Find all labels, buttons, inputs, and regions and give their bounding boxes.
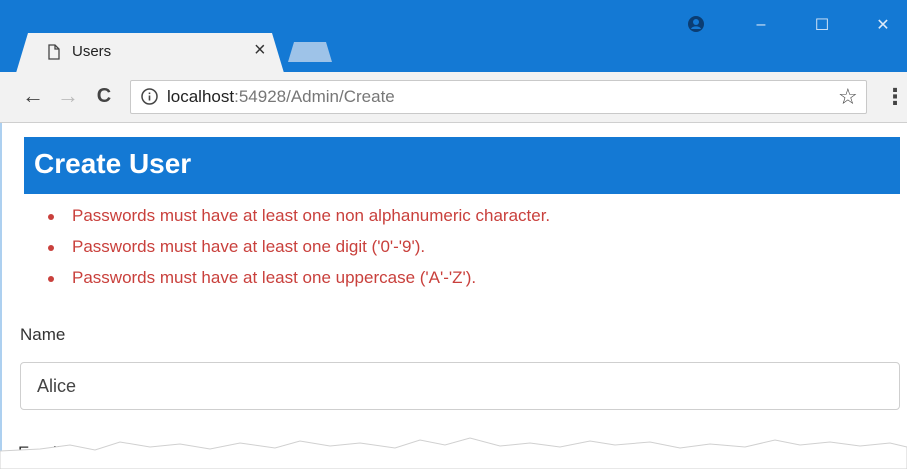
validation-summary: Passwords must have at least one non alp…	[48, 205, 550, 298]
bookmark-star-icon[interactable]: ☆	[838, 84, 858, 110]
name-field-value: Alice	[37, 376, 77, 396]
page-header: Create User	[24, 137, 900, 194]
torn-edge	[0, 437, 907, 469]
reload-button[interactable]: C	[91, 83, 117, 109]
page-content: Create User Passwords must have at least…	[0, 123, 907, 469]
browser-titlebar: Users × – ☐ ✕	[0, 0, 907, 73]
name-field[interactable]: Alice	[20, 362, 900, 410]
url-host: localhost	[167, 87, 235, 106]
url-text: localhost:54928/Admin/Create	[167, 87, 395, 107]
name-label: Name	[20, 325, 66, 344]
minimize-button[interactable]: –	[738, 8, 784, 42]
tab-close-icon[interactable]: ×	[254, 40, 266, 60]
page-edge	[0, 123, 2, 469]
browser-menu-icon[interactable]: ⋮	[884, 84, 906, 110]
validation-error: Passwords must have at least one upperca…	[48, 267, 550, 298]
back-button[interactable]: ←	[20, 83, 46, 109]
maximize-button[interactable]: ☐	[799, 8, 845, 42]
user-profile-icon[interactable]	[688, 16, 704, 32]
new-tab-button[interactable]	[288, 42, 332, 62]
validation-error: Passwords must have at least one digit (…	[48, 236, 550, 267]
browser-toolbar: ← → C localhost:54928/Admin/Create ☆ ⋮	[0, 72, 907, 123]
info-icon[interactable]	[141, 88, 158, 105]
tab-title: Users	[72, 43, 112, 60]
page-title: Create User	[34, 148, 192, 179]
forward-button[interactable]: →	[55, 83, 81, 109]
address-bar[interactable]: localhost:54928/Admin/Create	[130, 80, 867, 114]
close-window-button[interactable]: ✕	[860, 8, 906, 42]
url-path: :54928/Admin/Create	[234, 87, 395, 106]
tab-users[interactable]: Users ×	[16, 33, 284, 73]
validation-error: Passwords must have at least one non alp…	[48, 205, 550, 236]
document-icon	[48, 44, 60, 60]
